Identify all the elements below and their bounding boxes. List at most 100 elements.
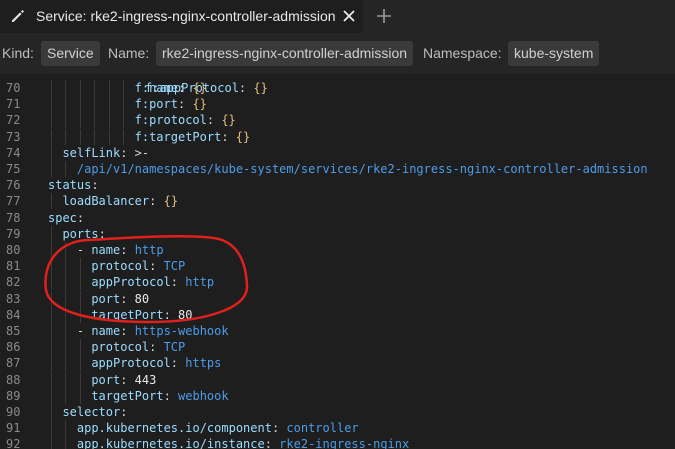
code-token-val: https bbox=[185, 356, 222, 371]
code-token-punc: : bbox=[221, 129, 236, 144]
indent-guide bbox=[79, 96, 81, 113]
line-number: 80 bbox=[6, 243, 21, 257]
indent-guide bbox=[65, 339, 67, 356]
indent-guide bbox=[123, 112, 125, 129]
indent-guide bbox=[51, 339, 52, 356]
indent-guide bbox=[79, 258, 81, 275]
code-line: 92 app.kubernetes.io/instance: rke2-ingre… bbox=[0, 436, 675, 449]
indent-guide bbox=[51, 96, 52, 113]
code-token-num: 80 bbox=[178, 307, 193, 322]
code-token-punc: : bbox=[120, 405, 128, 419]
indent-guide bbox=[65, 96, 67, 113]
code-token-key: name bbox=[91, 243, 121, 257]
code-line: 88 port: 443 bbox=[0, 371, 675, 388]
line-number: 75 bbox=[6, 162, 21, 176]
code-token-key: app.kubernetes.io/instance bbox=[76, 437, 265, 449]
indent-guide bbox=[79, 306, 81, 323]
code-token-key: f:protocol bbox=[134, 113, 207, 128]
code-token-punc: : bbox=[91, 178, 99, 193]
code-token-key: appProtocol bbox=[91, 356, 171, 371]
code-token-val: http bbox=[134, 243, 164, 257]
code-token-key: targetPort bbox=[91, 388, 164, 403]
code-line: 89 targetPort: webhook bbox=[0, 387, 675, 404]
indent-guide bbox=[79, 290, 81, 307]
code-line: 83 port: 80 bbox=[0, 290, 675, 307]
indent-guide bbox=[123, 80, 125, 96]
code-token-val: TCP bbox=[163, 259, 186, 274]
code-token-punc: : bbox=[163, 307, 179, 322]
code-token-punc: - bbox=[76, 324, 92, 338]
line-number: 78 bbox=[6, 210, 21, 225]
code-line: 79 ports: bbox=[0, 225, 675, 242]
indent-guide bbox=[65, 161, 67, 177]
tab-service-editor[interactable]: Service: rke2-ingress-nginx-controller-a… bbox=[0, 0, 363, 33]
indent-guide bbox=[65, 80, 67, 96]
code-token-brace: {} bbox=[235, 129, 251, 144]
code-token-key: appProtocol bbox=[91, 275, 171, 290]
code-line: 87 appProtocol: https bbox=[0, 355, 675, 372]
code-line: 82 appProtocol: http bbox=[0, 274, 675, 291]
code-token-punc: : bbox=[120, 324, 135, 338]
indent-guide bbox=[123, 96, 125, 113]
indent-guide bbox=[108, 128, 110, 145]
indent-guide bbox=[79, 128, 81, 145]
indent-guide bbox=[94, 80, 96, 96]
code-line: 76 status: bbox=[0, 177, 675, 193]
code-token-key: selfLink bbox=[62, 145, 121, 160]
indent-guide bbox=[51, 323, 52, 339]
code-token-num: 80 bbox=[134, 291, 150, 306]
indent-guide bbox=[51, 80, 52, 96]
indent-guide bbox=[65, 290, 67, 307]
code-token-key: f:port bbox=[134, 97, 178, 112]
line-number: 74 bbox=[6, 145, 21, 160]
indent-guide bbox=[51, 404, 52, 420]
code-line: 78 spec: bbox=[0, 210, 675, 226]
code-line: 77 loadBalancer: {} bbox=[0, 193, 675, 210]
line-number: 76 bbox=[6, 178, 21, 193]
indent-guide bbox=[79, 387, 81, 404]
code-token-punc: : bbox=[177, 97, 193, 112]
close-icon[interactable] bbox=[342, 9, 356, 23]
code-token-brace: {} bbox=[192, 81, 207, 95]
code-token-key: f:targetPort bbox=[134, 129, 222, 144]
indent-guide bbox=[94, 128, 96, 145]
code-token-punc: : bbox=[170, 275, 186, 290]
indent-guide bbox=[51, 112, 52, 129]
plus-icon[interactable] bbox=[376, 8, 392, 24]
indent-guide bbox=[51, 290, 52, 307]
code-token-brace: {} bbox=[163, 194, 179, 209]
code-token-punc: : bbox=[177, 81, 193, 95]
indent-guide bbox=[51, 225, 52, 242]
line-number: 91 bbox=[6, 421, 21, 436]
line-number: 72 bbox=[6, 113, 21, 128]
code-token-val: /api/v1/namespaces/kube-system/services/… bbox=[76, 162, 648, 176]
code-token-punc: : bbox=[120, 372, 135, 387]
indent-guide bbox=[51, 306, 52, 323]
indent-guide bbox=[51, 242, 52, 258]
indent-guide bbox=[79, 339, 81, 356]
code-token-key: selector bbox=[62, 405, 121, 419]
code-token-punc: : bbox=[170, 356, 186, 371]
indent-guide bbox=[51, 355, 52, 372]
indent-guide bbox=[65, 387, 67, 404]
code-token-punc: : bbox=[271, 421, 287, 436]
code-token-val: http bbox=[185, 275, 215, 290]
code-token-key: app.kubernetes.io/component bbox=[76, 421, 272, 436]
code-token-punc: : bbox=[163, 388, 179, 403]
line-number: 79 bbox=[6, 226, 21, 241]
code-token-punc: : bbox=[264, 437, 280, 449]
line-number: 70 bbox=[6, 81, 21, 95]
indent-guide bbox=[51, 258, 52, 275]
indent-guide bbox=[79, 371, 81, 388]
code-token-val: TCP bbox=[163, 340, 186, 355]
code-token-key: targetPort bbox=[91, 307, 164, 322]
tab-title: Service: rke2-ingress-nginx-controller-a… bbox=[36, 8, 336, 24]
yaml-editor[interactable]: f:appProtocol: {} 70 f:name: {} 71 f:port: … bbox=[0, 74, 675, 449]
code-token-punc: : bbox=[76, 210, 85, 225]
code-token-punc: : >- bbox=[120, 145, 150, 160]
line-number: 71 bbox=[6, 97, 21, 112]
code-token-brace: {} bbox=[221, 113, 236, 128]
indent-guide bbox=[51, 128, 52, 145]
code-token-key: ports bbox=[62, 226, 99, 241]
indent-guide bbox=[65, 242, 67, 258]
